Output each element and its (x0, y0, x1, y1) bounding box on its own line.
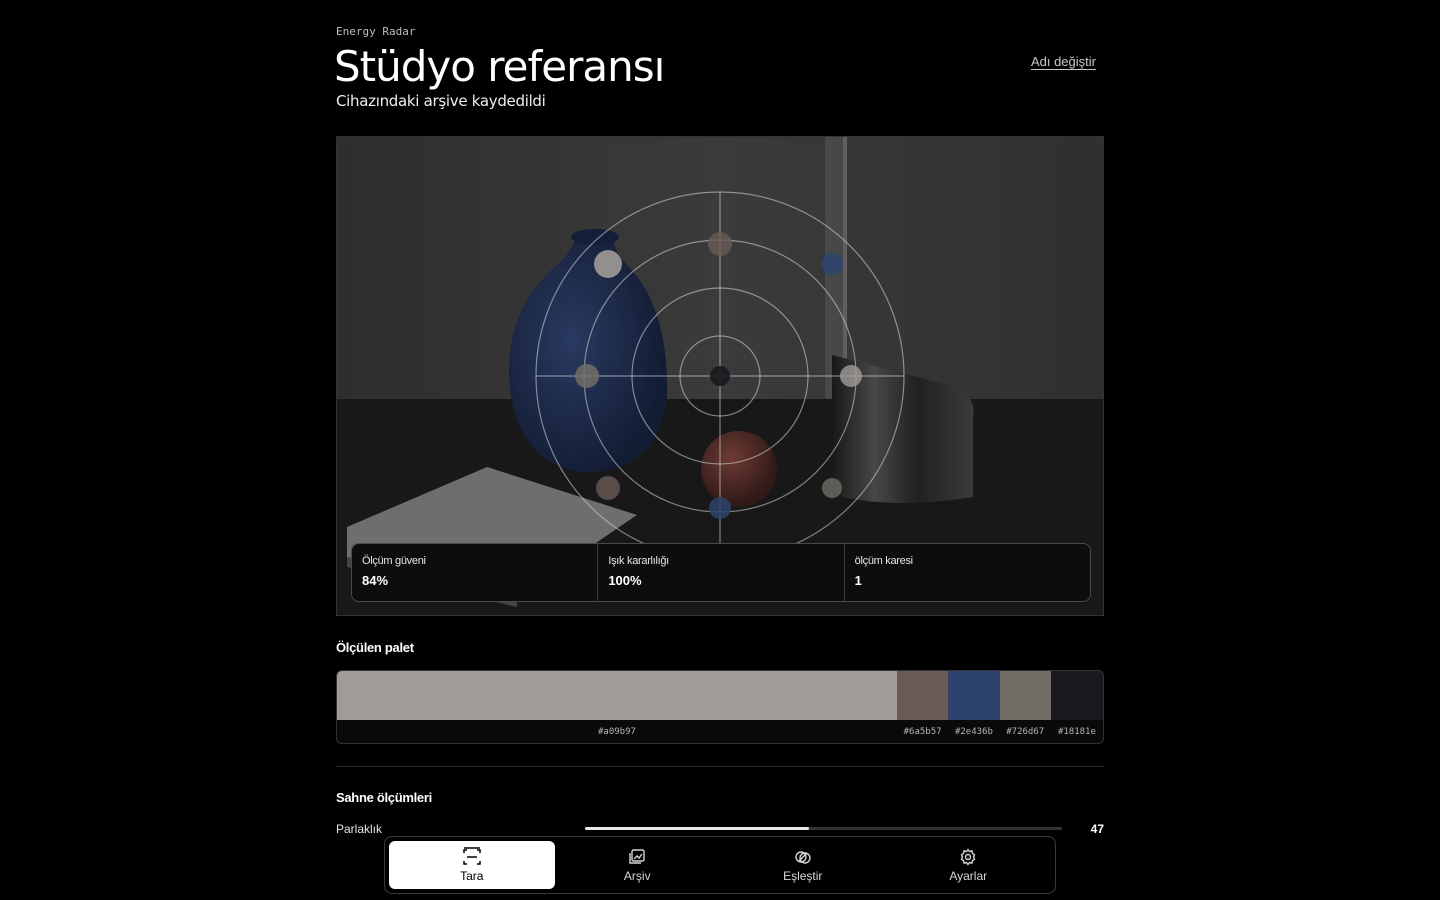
radar-point (575, 364, 599, 388)
metric-value: 100% (608, 573, 642, 588)
metric-value: 84% (362, 573, 389, 588)
gallery-icon (629, 849, 645, 864)
nav-item-archive[interactable]: Arşiv (555, 841, 721, 889)
radar-point (710, 366, 730, 386)
palette-swatch (948, 671, 1000, 720)
palette-title: Ölçülen palet (336, 640, 414, 655)
nav-item-match[interactable]: Eşleştir (720, 841, 886, 889)
palette-hex-label: #726d67 (1006, 727, 1045, 737)
bottom-nav: Tara Arşiv Eşleştir Ayarlar (384, 836, 1056, 894)
scan-icon (463, 847, 481, 865)
metric-label: Işık kararlılığı (608, 555, 669, 567)
radar-point (596, 476, 620, 500)
nav-label: Arşiv (623, 869, 651, 883)
palette-swatch (896, 671, 949, 720)
palette-swatch (1050, 671, 1103, 720)
scan-photo-panel: Ölçüm güveni 84% Işık kararlılığı 100% ö… (336, 136, 1104, 616)
metric-value: 1 (854, 573, 862, 588)
palette-hex-label: #a09b97 (598, 727, 636, 737)
page-subtitle: Cihazındaki arşive kaydedildi (336, 92, 546, 110)
metric-frame-count: ölçüm karesi 1 (845, 544, 1090, 601)
radar-point (708, 232, 732, 256)
palette-hex-label: #18181e (1057, 727, 1096, 737)
palette-hex-labels: #a09b97 #6a5b57 #2e436b #726d67 #18181e (337, 720, 1103, 743)
radar-point (709, 497, 731, 519)
nav-label: Eşleştir (783, 869, 823, 883)
palette-swatch (999, 671, 1051, 720)
brightness-bar-fill (585, 827, 810, 830)
palette-swatches (337, 671, 1103, 720)
radar-point (594, 250, 622, 278)
metrics-bar: Ölçüm güveni 84% Işık kararlılığı 100% ö… (351, 543, 1091, 602)
metric-confidence: Ölçüm güveni 84% (352, 544, 599, 601)
match-icon (795, 851, 811, 864)
rename-link[interactable]: Adı değiştir (1031, 54, 1096, 69)
scene-measurements-title: Sahne ölçümleri (336, 790, 432, 805)
metric-label: Ölçüm güveni (362, 555, 426, 567)
measure-value: 47 (1090, 822, 1104, 836)
palette-hex-label: #2e436b (954, 727, 993, 737)
radar-point (822, 478, 842, 498)
gear-icon (960, 848, 976, 866)
radar-point (821, 253, 843, 275)
palette-swatch (337, 671, 897, 720)
palette-strip: #a09b97 #6a5b57 #2e436b #726d67 #18181e (336, 670, 1104, 744)
nav-item-settings[interactable]: Ayarlar (886, 841, 1052, 889)
palette-hex-label: #6a5b57 (903, 727, 942, 737)
radar-point (840, 365, 862, 387)
nav-label: Tara (460, 869, 484, 883)
measure-label: Parlaklık (336, 822, 383, 836)
app-label: Energy Radar (336, 25, 416, 38)
metric-label: ölçüm karesi (854, 555, 913, 567)
brightness-bar (585, 827, 1062, 830)
nav-item-scan[interactable]: Tara (389, 841, 555, 889)
page-title: Stüdyo referansı (334, 42, 665, 91)
nav-label: Ayarlar (949, 869, 988, 883)
section-divider (336, 766, 1104, 767)
metric-light-stability: Işık kararlılığı 100% (598, 544, 845, 601)
